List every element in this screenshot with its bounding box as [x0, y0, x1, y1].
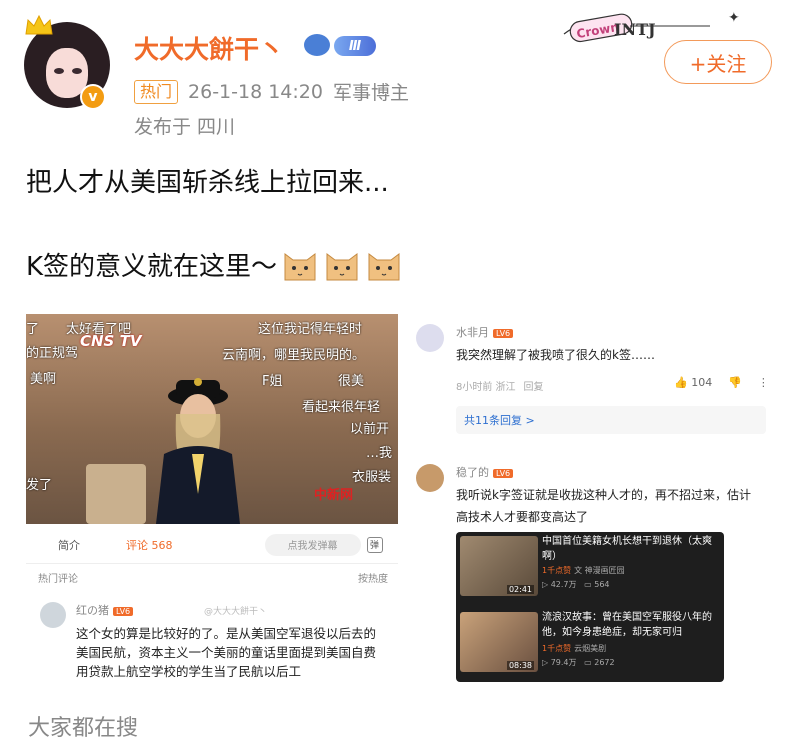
hot-comments-label: 热门评论 — [38, 574, 78, 585]
author-role: 军事博主 — [332, 82, 409, 104]
brain-icon — [304, 34, 330, 56]
mbti-label: INTJ — [614, 20, 656, 39]
commenter-avatar[interactable] — [40, 602, 66, 628]
cat-emoji-icon — [368, 252, 400, 280]
commenter-avatar[interactable] — [416, 324, 444, 352]
danmaku-text: 衣服装 — [352, 470, 392, 485]
avatar-eye — [72, 68, 82, 74]
comment-text: 我突然理解了被我喷了很久的k签…… — [456, 348, 655, 362]
image-watermark: @大大大餅干丶 — [204, 607, 268, 617]
danmaku-text: 了 — [26, 322, 40, 337]
comment-text: 这个女的算是比较好的了。是从美国空军退役以后去的美国民航，资本主义一个美丽的童话… — [76, 626, 377, 679]
post-text-line2-text: K签的意义就在这里～ — [26, 252, 278, 282]
danmaku-text: 云南啊，哪里我民明的。 — [222, 348, 366, 363]
follow-button[interactable]: +关注 — [664, 40, 772, 84]
danmaku-text: 的正规驾 — [26, 346, 79, 361]
danmaku-text: 发了 — [26, 478, 53, 493]
verified-icon: v — [80, 84, 106, 110]
comment-meta: 8小时前 浙江 回复 — [456, 378, 544, 393]
pilot-figure — [156, 378, 240, 524]
dislike-icon[interactable]: 👎 — [728, 376, 742, 389]
like-tag: 1千点赞 — [542, 644, 572, 653]
commenter-name-text: 红の猪 — [76, 604, 109, 617]
trending-search-label[interactable]: 大家都在搜 — [28, 710, 138, 741]
like-button[interactable]: 👍 104 — [674, 376, 712, 389]
image-left[interactable]: CNS TV 了 太好看了吧 的正规驾 美啊 这位我记得年轻时 云南啊，哪里我民… — [26, 314, 398, 710]
like-tag: 1千点赞 — [542, 566, 572, 575]
danmaku-toggle-icon[interactable]: 弹 — [366, 536, 383, 553]
avatar-eye — [54, 68, 64, 74]
danmaku-text: 美啊 — [30, 372, 57, 387]
like-count: 104 — [691, 376, 713, 389]
danmaku-text: 这位我记得年轻时 — [258, 322, 363, 337]
tab-intro[interactable]: 简介 — [58, 537, 80, 553]
reply-button[interactable]: 回复 — [524, 378, 544, 393]
video-danmaku: 2672 — [594, 658, 615, 667]
video-title: 中国首位美籍女机长想干到退休（太爽啊） — [542, 536, 712, 562]
post-text-line2: K签的意义就在这里～ — [26, 246, 403, 283]
tab-comments[interactable]: 评论 568 — [126, 537, 173, 553]
username[interactable]: 大大大餅干丶 — [134, 30, 284, 66]
video-views: 42.7万 — [550, 580, 577, 589]
image-right[interactable]: 水非月 LV6 我突然理解了被我喷了很久的k签…… 8小时前 浙江 回复 👍 10… — [406, 314, 772, 694]
commenter-name-text: 稳了的 — [456, 466, 489, 479]
danmaku-text: 太好看了吧 — [66, 322, 132, 337]
cat-emoji-icon — [284, 252, 316, 280]
video-card[interactable]: 08:38 流浪汉故事：曾在美国空军服役八年的他，如今身患绝症，却无家可归 1千… — [456, 608, 724, 680]
level-tag: LV6 — [493, 329, 514, 338]
cat-emoji-icon — [326, 252, 358, 280]
video-meta: 1千点赞 云烟美剧 ▷ 79.4万 ▭ 2672 — [542, 644, 615, 667]
post-text-line1: 把人才从美国斩杀线上拉回来... — [26, 168, 389, 198]
danmaku-text: 看起来很年轻 — [302, 400, 381, 415]
svg-text:✦: ✦ — [728, 10, 740, 26]
watermark-logo: 中新网 — [314, 488, 354, 503]
post-meta: 热门 26-1-18 14:20 军事博主 — [134, 78, 409, 105]
video-source: 文 神漫画匠园 — [574, 566, 625, 575]
danmaku-text: 很美 — [338, 374, 365, 389]
replies-link[interactable]: 共11条回复 > — [456, 406, 766, 434]
video-thumbnail: 08:38 — [460, 612, 538, 672]
commenter-name[interactable]: 稳了的 LV6 — [456, 464, 514, 480]
commenter-avatar[interactable] — [416, 464, 444, 492]
danmaku-text: 以前开 — [350, 422, 390, 437]
video-frame[interactable]: CNS TV 了 太好看了吧 的正规驾 美啊 这位我记得年轻时 云南啊，哪里我民… — [26, 314, 398, 524]
post-datetime: 26-1-18 14:20 — [188, 80, 323, 103]
commenter-name[interactable]: 红の猪 LV6 — [76, 602, 134, 618]
level-tag: LV6 — [113, 607, 134, 616]
commenter-name-text: 水非月 — [456, 326, 489, 339]
video-source: 云烟美剧 — [574, 644, 607, 653]
comment-actions: 👍 104 👎 ⋮ — [674, 376, 769, 389]
more-icon[interactable]: ⋮ — [758, 376, 769, 389]
hot-tag: 热门 — [134, 79, 179, 104]
video-danmaku: 564 — [594, 580, 610, 589]
danmaku-text: …我 — [366, 446, 393, 461]
level-tag: LV6 — [493, 469, 514, 478]
video-duration: 02:41 — [506, 585, 534, 594]
crown-icon — [25, 14, 53, 35]
recommended-video-list: 02:41 中国首位美籍女机长想干到退休（太爽啊） 1千点赞文 神漫画匠园 ▷ … — [456, 532, 724, 682]
video-card[interactable]: 02:41 中国首位美籍女机长想干到退休（太爽啊） 1千点赞文 神漫画匠园 ▷ … — [456, 532, 724, 604]
comment-time: 8小时前 浙江 — [456, 382, 516, 393]
video-title: 流浪汉故事：曾在美国空军服役八年的他，如今身患绝症，却无家可归 — [542, 612, 712, 638]
sort-button[interactable]: 按热度 — [358, 570, 388, 585]
comment-text: 我听说k字签证就是收拢这种人才的，再不招过来，估计高技术人才要都变高达了 — [456, 488, 751, 524]
commenter-name[interactable]: 水非月 LV6 — [456, 324, 514, 340]
comments-header: 热门评论 按热度 — [38, 570, 388, 585]
danmaku-input[interactable]: 点我发弹幕 — [264, 533, 361, 556]
level-badge: Ⅲ — [334, 36, 376, 56]
video-meta: 1千点赞文 神漫画匠园 ▷ 42.7万 ▭ 564 — [542, 566, 625, 589]
video-tabs: 简介 评论 568 点我发弹幕 弹 — [26, 526, 398, 564]
video-duration: 08:38 — [506, 661, 534, 670]
video-views: 79.4万 — [550, 658, 577, 667]
danmaku-text: F姐 — [262, 374, 283, 389]
video-thumbnail: 02:41 — [460, 536, 538, 596]
post-location: 发布于 四川 — [134, 116, 236, 138]
